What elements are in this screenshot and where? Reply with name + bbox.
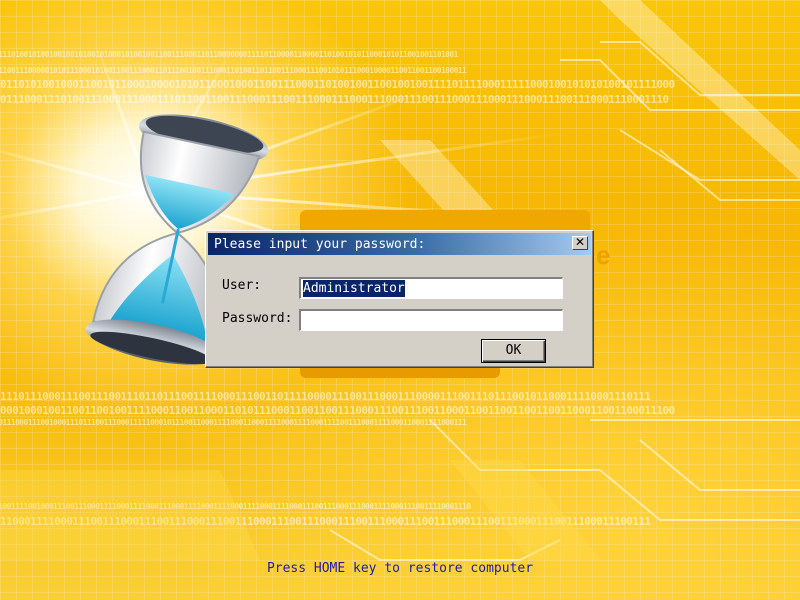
close-icon: ✕: [575, 235, 586, 249]
ok-button[interactable]: OK: [481, 339, 546, 363]
user-field[interactable]: Administrator: [299, 277, 563, 299]
user-field-value: Administrator: [303, 280, 405, 297]
user-label: User:: [222, 278, 262, 293]
dialog-title: Please input your password:: [214, 237, 426, 252]
close-button[interactable]: ✕: [572, 235, 588, 250]
restore-hint-text: Press HOME key to restore computer: [266, 561, 534, 576]
dialog-titlebar[interactable]: Please input your password: ✕: [208, 233, 591, 255]
banner-partial-text: e: [596, 240, 611, 270]
password-label: Password:: [222, 311, 293, 326]
password-field[interactable]: [299, 309, 563, 331]
password-dialog: Please input your password: ✕ User: Admi…: [205, 230, 594, 368]
